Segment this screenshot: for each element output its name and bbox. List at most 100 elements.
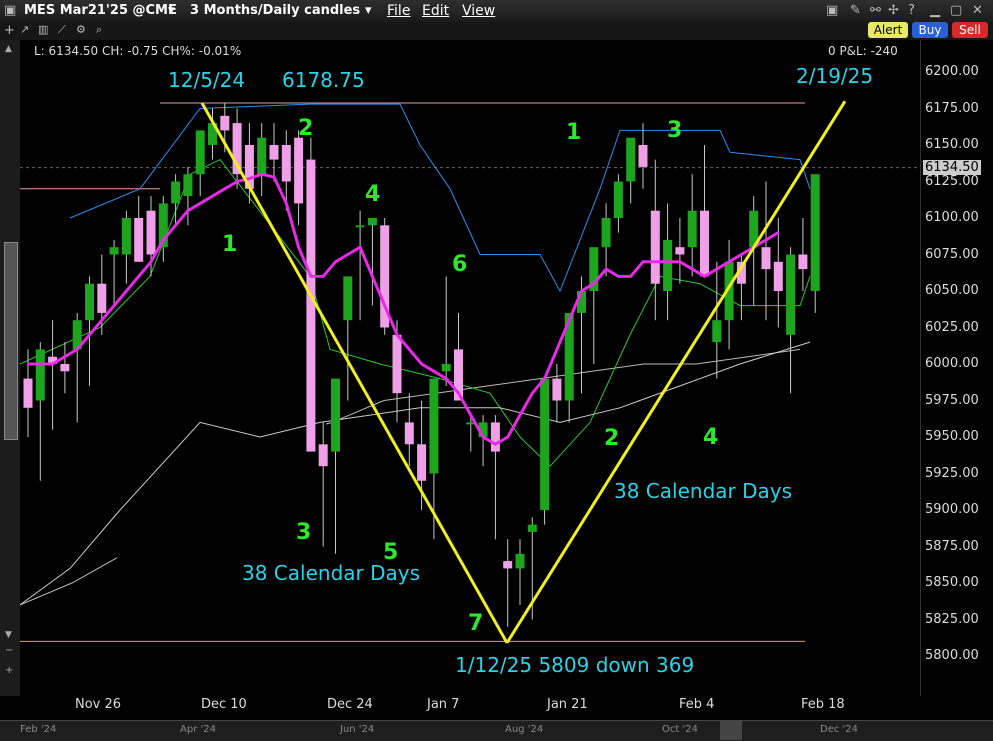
arrow-icon[interactable]: ↗ xyxy=(20,23,29,36)
candle-body xyxy=(306,159,316,452)
right-date-label: 2/19/25 xyxy=(796,64,874,88)
navigator-label: Oct '24 xyxy=(662,724,698,735)
sell-button[interactable]: Sell xyxy=(952,22,988,38)
price-tick: 5825.00 xyxy=(925,611,979,627)
navigator-label: Apr '24 xyxy=(180,724,216,735)
candle-body xyxy=(171,181,181,204)
candle-body xyxy=(687,210,697,248)
maximize-icon[interactable]: ▢ xyxy=(950,3,962,18)
time-tick: Jan 21 xyxy=(547,697,588,712)
count-3a: 3 xyxy=(296,520,312,545)
navigator-label: Feb '24 xyxy=(20,724,57,735)
candle-body xyxy=(626,137,636,182)
timeframe-dropdown-icon[interactable]: ▾ xyxy=(365,3,372,18)
time-tick: Nov 26 xyxy=(75,697,122,712)
zoom-in-icon[interactable]: + xyxy=(5,665,13,676)
scroll-down-icon[interactable]: ▼ xyxy=(5,630,12,640)
price-axis: 6200.00 6175.00 6150.00 6125.00 6100.00 6075.… xyxy=(920,40,993,696)
time-tick: Feb 4 xyxy=(679,697,715,712)
price-tick: 6200.00 xyxy=(925,64,979,79)
draw-line-icon[interactable]: ⟋ xyxy=(58,23,66,37)
candle-body xyxy=(441,364,451,372)
candle-body xyxy=(392,334,402,394)
zoom-out-icon[interactable]: − xyxy=(5,645,13,656)
time-tick: Jan 7 xyxy=(427,697,460,712)
navigator-handle[interactable] xyxy=(720,721,742,740)
crosshair-icon[interactable]: + xyxy=(4,23,15,38)
candle-body xyxy=(367,218,377,226)
count-6a: 6 xyxy=(452,252,468,277)
price-tick: 6150.00 xyxy=(925,137,979,152)
symbol-dropdown-icon[interactable]: ▾ xyxy=(168,3,175,18)
price-tick: 5950.00 xyxy=(925,429,979,444)
candle-body xyxy=(650,210,660,284)
window-menu-icon[interactable]: ▣ xyxy=(826,3,838,18)
candle-body xyxy=(121,218,131,255)
candle-body xyxy=(675,247,685,255)
scroll-thumb[interactable] xyxy=(4,242,18,440)
close-icon[interactable]: ✕ xyxy=(972,3,983,18)
price-tick: 5975.00 xyxy=(925,392,979,408)
buy-button[interactable]: Buy xyxy=(912,22,948,38)
candle-body xyxy=(515,553,525,569)
candle-body xyxy=(663,239,673,291)
link-icon[interactable]: ⚯ xyxy=(870,3,881,18)
count-3b: 3 xyxy=(667,118,683,143)
menu-edit[interactable]: Edit xyxy=(422,3,449,19)
candle-body xyxy=(503,561,513,569)
price-tick: 6100.00 xyxy=(925,210,979,225)
count-7a: 7 xyxy=(468,611,484,636)
candle-body xyxy=(23,378,33,408)
candle-body xyxy=(195,130,205,175)
help-icon[interactable]: ? xyxy=(908,3,915,18)
settings-icon[interactable]: ⚙ xyxy=(76,23,86,36)
price-tick: 5850.00 xyxy=(925,575,979,590)
candle-body xyxy=(318,444,328,467)
price-tick: 6025.00 xyxy=(925,319,979,335)
price-tick: 5875.00 xyxy=(925,538,979,554)
minimize-icon[interactable]: ▁ xyxy=(930,3,940,18)
count-5a: 5 xyxy=(383,540,399,565)
candle-body xyxy=(294,137,304,204)
candle-body xyxy=(146,210,156,255)
pin-icon[interactable]: ✢ xyxy=(888,3,899,18)
candle-body xyxy=(540,378,550,510)
candle-body xyxy=(429,378,439,474)
count-4b: 4 xyxy=(703,425,719,450)
toolbar: + ↗ ▥ ⟋ ⚙ ⌕ xyxy=(0,22,993,40)
top-price-label: 6178.75 xyxy=(282,68,365,92)
bar-chart-icon[interactable]: ▥ xyxy=(38,23,48,36)
alert-button[interactable]: Alert xyxy=(868,22,908,38)
timeframe-label[interactable]: 3 Months/Daily candles xyxy=(190,3,360,18)
candle-body xyxy=(601,218,611,248)
symbol-label[interactable]: MES Mar21'25 @CME xyxy=(24,3,177,18)
navigator-label: Aug '24 xyxy=(505,724,544,735)
price-chart[interactable] xyxy=(20,40,993,720)
price-tick: 5900.00 xyxy=(925,502,979,517)
candle-body xyxy=(35,349,45,401)
navigator-bar[interactable]: Feb '24 Apr '24 Jun '24 Aug '24 Oct '24 Dec '… xyxy=(0,720,993,741)
zoom-icon[interactable]: ⌕ xyxy=(96,23,102,37)
price-tick: 6175.00 xyxy=(925,100,979,116)
price-tick: 5800.00 xyxy=(925,648,979,663)
candle-body xyxy=(97,283,107,313)
yellow-up-line xyxy=(505,100,847,644)
candle-body xyxy=(355,225,365,228)
candle-body xyxy=(527,524,537,532)
scroll-up-icon[interactable]: ▲ xyxy=(5,44,12,54)
navigator-label: Dec '24 xyxy=(820,724,859,735)
candle-body xyxy=(331,378,340,452)
price-tick: 6000.00 xyxy=(925,356,979,371)
menu-file[interactable]: File xyxy=(387,3,410,19)
candle-body xyxy=(220,115,230,131)
menu-view[interactable]: View xyxy=(462,3,495,19)
candle-body xyxy=(60,364,70,372)
bottom-label: 1/12/25 5809 down 369 xyxy=(455,653,695,677)
edit-icon[interactable]: ✎ xyxy=(850,3,861,18)
app-menu-icon[interactable]: ▣ xyxy=(4,3,16,18)
left-scroll-bar[interactable]: ▲ ▼ − + xyxy=(0,40,20,696)
candle-body xyxy=(700,210,709,277)
price-tick: 6125.00 xyxy=(925,173,979,189)
price-tick: 5925.00 xyxy=(925,465,979,481)
time-tick: Dec 24 xyxy=(327,697,373,712)
